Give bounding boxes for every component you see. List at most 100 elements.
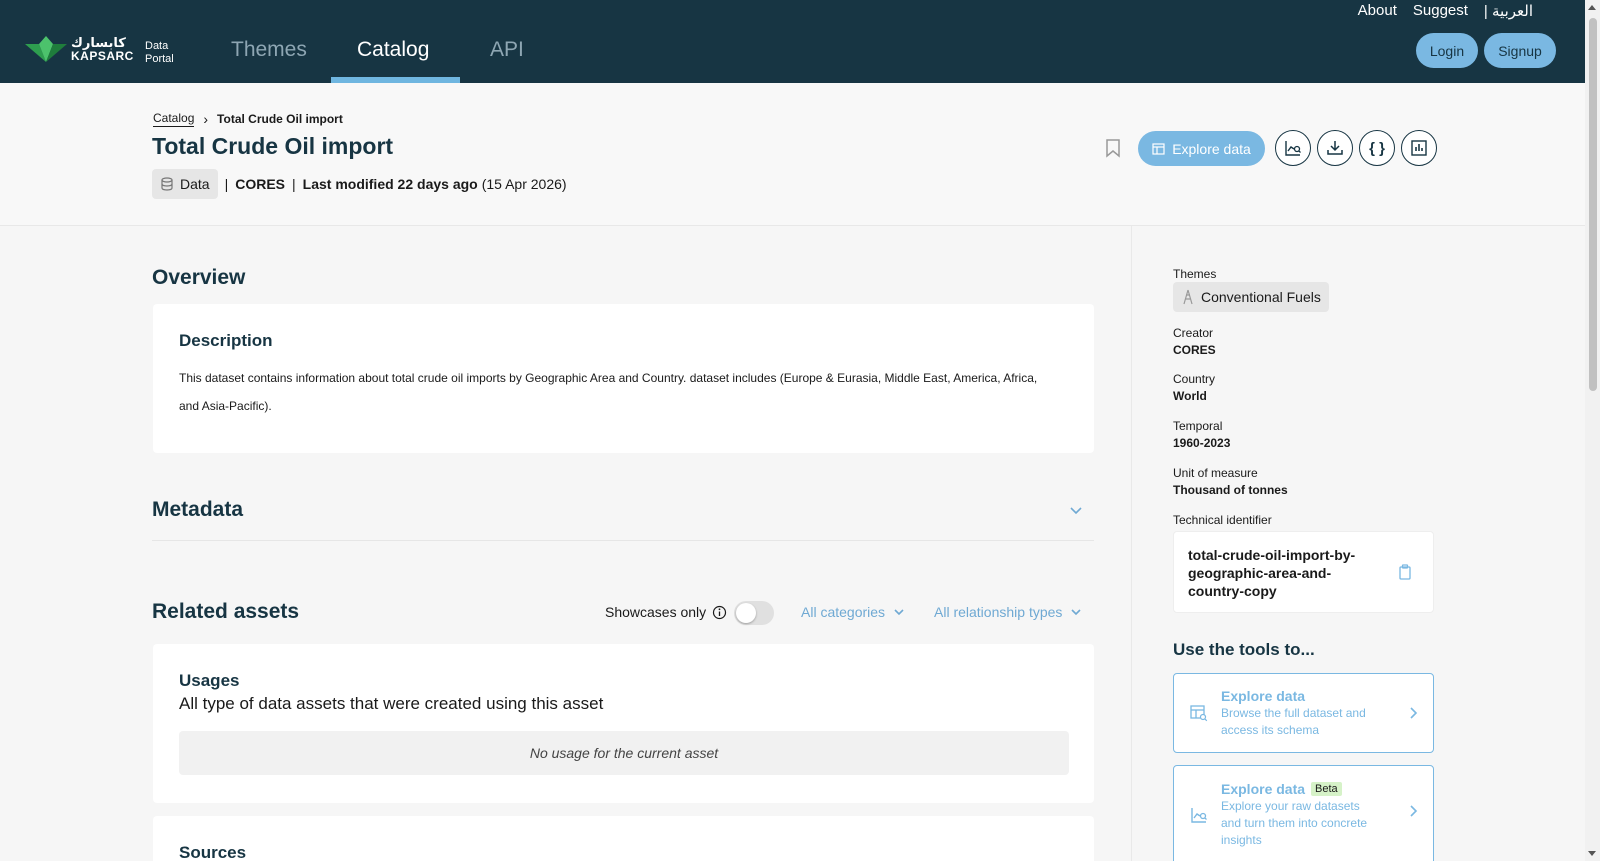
- info-icon[interactable]: [712, 605, 727, 620]
- breadcrumb-separator-icon: ›: [203, 111, 209, 127]
- usages-subtitle: All type of data assets that were create…: [179, 694, 604, 713]
- chevron-right-icon: [1410, 805, 1418, 817]
- description-text: This dataset contains information about …: [179, 371, 1038, 413]
- asset-type-badge: Data: [152, 169, 218, 199]
- tool-card-explore-data-beta[interactable]: Explore data Beta Explore your raw datas…: [1173, 765, 1434, 861]
- database-icon: [161, 177, 173, 191]
- api-button[interactable]: { }: [1359, 130, 1395, 166]
- relationship-filter-label: All relationship types: [934, 604, 1063, 620]
- bookmark-icon[interactable]: [1105, 138, 1121, 158]
- showcases-only-filter: Showcases only: [605, 604, 727, 620]
- themes-label: Themes: [1173, 267, 1217, 281]
- description-heading: Description: [179, 331, 273, 350]
- country-value: World: [1173, 389, 1207, 403]
- sources-heading: Sources: [179, 843, 247, 861]
- usages-heading: Usages: [179, 671, 240, 690]
- tools-heading: Use the tools to...: [1173, 640, 1315, 659]
- breadcrumb-current: Total Crude Oil import: [217, 112, 343, 126]
- table-search-icon: [1152, 142, 1165, 155]
- explore-data-button[interactable]: Explore data: [1138, 131, 1265, 166]
- tool-description: Explore your raw datasets and turn them …: [1221, 799, 1368, 847]
- tool-title: Explore data Beta: [1221, 781, 1342, 797]
- tool-card-explore-data[interactable]: Explore data Browse the full dataset and…: [1173, 673, 1434, 753]
- tool-title-text: Explore data: [1221, 781, 1306, 797]
- tool-title: Explore data: [1221, 688, 1305, 704]
- suggest-link[interactable]: Suggest: [1413, 2, 1468, 20]
- chart-search-icon: [1285, 141, 1301, 156]
- temporal-value: 1960-2023: [1173, 436, 1231, 450]
- divider: [152, 540, 1094, 541]
- arabic-language-link[interactable]: | العربية: [1484, 2, 1533, 20]
- temporal-label: Temporal: [1173, 419, 1223, 433]
- top-navbar: كابسارك KAPSARC Data Portal Themes Catal…: [0, 0, 1585, 83]
- breadcrumb: Catalog › Total Crude Oil import: [153, 111, 343, 127]
- scroll-up-arrow-icon[interactable]: [1588, 5, 1596, 10]
- dashboard-button[interactable]: [1401, 130, 1437, 166]
- creator-value: CORES: [1173, 343, 1216, 357]
- relationship-filter-dropdown[interactable]: All relationship types: [934, 604, 1082, 620]
- usages-card: Usages All type of data assets that were…: [153, 644, 1094, 803]
- tool-description: Browse the full dataset and access its s…: [1221, 706, 1366, 737]
- description-card: Description This dataset contains inform…: [153, 304, 1094, 453]
- nav-tab-catalog[interactable]: Catalog: [357, 38, 429, 62]
- toggle-knob: [736, 603, 756, 623]
- technical-identifier-box: total-crude-oil-import-by-geographic-are…: [1173, 531, 1434, 613]
- page-title: Total Crude Oil import: [152, 133, 394, 159]
- breadcrumb-catalog-link[interactable]: Catalog: [153, 111, 195, 127]
- meta-separator: |: [292, 176, 296, 192]
- theme-chip[interactable]: Conventional Fuels: [1173, 282, 1329, 312]
- clipboard-icon[interactable]: [1398, 564, 1412, 580]
- beta-badge: Beta: [1311, 782, 1342, 796]
- tool-title-text: Explore data: [1221, 688, 1306, 704]
- sources-card: Sources: [153, 816, 1094, 861]
- categories-filter-dropdown[interactable]: All categories: [801, 604, 905, 620]
- last-modified-date: (15 Apr 2026): [481, 176, 567, 192]
- login-button[interactable]: Login: [1416, 33, 1478, 68]
- kapsarc-logo-icon: [25, 36, 67, 62]
- chevron-right-icon: [1410, 707, 1418, 719]
- logo-portal-text: Data Portal: [145, 40, 174, 65]
- explore-data-label: Explore data: [1172, 140, 1251, 157]
- asset-type-label: Data: [180, 176, 210, 192]
- creator-label: Creator: [1173, 326, 1214, 340]
- table-search-icon: [1190, 705, 1208, 722]
- nav-tab-themes[interactable]: Themes: [231, 38, 307, 62]
- asset-source: CORES: [235, 176, 286, 192]
- oil-rig-icon: [1183, 289, 1193, 305]
- top-links: About Suggest | العربية: [1358, 2, 1533, 20]
- showcases-toggle[interactable]: [734, 601, 774, 625]
- chart-search-icon: [1191, 808, 1207, 823]
- related-assets-heading: Related assets: [152, 600, 300, 623]
- download-button[interactable]: [1317, 130, 1353, 166]
- showcases-only-label: Showcases only: [605, 604, 707, 620]
- chevron-down-icon: [1071, 609, 1081, 616]
- unit-value: Thousand of tonnes: [1173, 483, 1288, 497]
- usages-empty-state: No usage for the current asset: [179, 731, 1069, 775]
- scrollbar-thumb[interactable]: [1589, 18, 1597, 391]
- download-icon: [1327, 141, 1343, 155]
- curly-braces-icon: { }: [1369, 139, 1385, 157]
- chevron-down-icon: [894, 609, 904, 616]
- metadata-heading[interactable]: Metadata: [152, 498, 243, 522]
- theme-label: Conventional Fuels: [1201, 289, 1321, 305]
- categories-filter-label: All categories: [801, 604, 886, 620]
- nav-tab-api[interactable]: API: [490, 38, 524, 62]
- meta-separator: |: [224, 176, 229, 192]
- technical-identifier-value: total-crude-oil-import-by-geographic-are…: [1188, 547, 1356, 599]
- overview-heading: Overview: [152, 266, 246, 289]
- about-link[interactable]: About: [1358, 2, 1397, 20]
- visualize-button[interactable]: [1275, 130, 1311, 166]
- asset-meta-row: Data | CORES | Last modified 22 days ago…: [152, 169, 567, 199]
- scroll-down-arrow-icon[interactable]: [1588, 851, 1596, 856]
- last-modified-label: Last modified 22 days ago: [302, 176, 478, 192]
- logo-arabic-text: كابسارك: [71, 35, 126, 50]
- kapsarc-logo[interactable]: كابسارك KAPSARC: [25, 36, 134, 62]
- page-scrollbar[interactable]: [1585, 0, 1600, 861]
- logo-english-text: KAPSARC: [71, 49, 134, 63]
- chevron-down-icon[interactable]: [1069, 503, 1083, 517]
- bar-chart-icon: [1411, 140, 1427, 156]
- unit-label: Unit of measure: [1173, 466, 1258, 480]
- technical-identifier-label: Technical identifier: [1173, 513, 1272, 527]
- signup-button[interactable]: Signup: [1484, 33, 1556, 68]
- country-label: Country: [1173, 372, 1216, 386]
